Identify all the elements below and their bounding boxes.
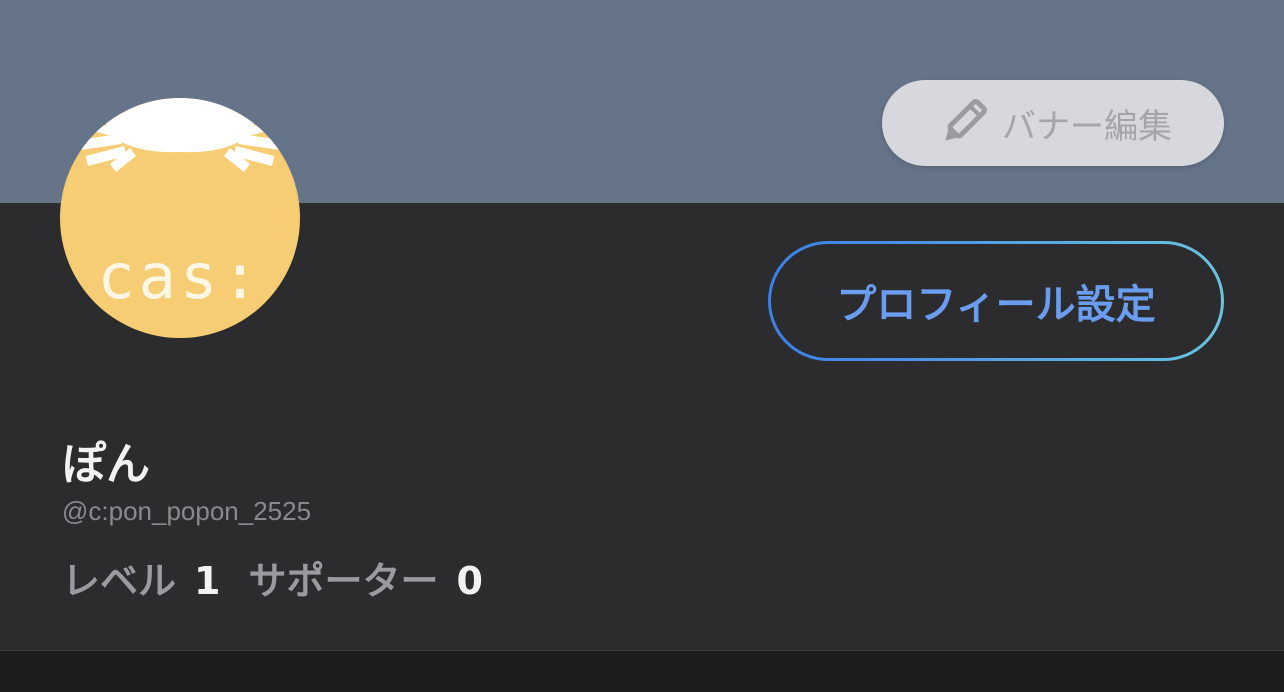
- level-value: 1: [194, 559, 221, 603]
- avatar[interactable]: cas:: [60, 98, 300, 338]
- pencil-icon: [934, 94, 992, 152]
- footer-divider: [0, 650, 1284, 692]
- display-name: ぽん: [62, 439, 150, 490]
- level-label: レベル: [62, 559, 177, 603]
- supporter-value[interactable]: 0: [456, 559, 482, 603]
- supporter-label[interactable]: サポーター: [248, 550, 438, 605]
- profile-settings-button[interactable]: プロフィール設定: [768, 241, 1224, 361]
- banner-edit-button[interactable]: バナー編集: [882, 80, 1224, 166]
- avatar-text: cas:: [97, 240, 263, 313]
- profile-settings-label: プロフィール設定: [771, 244, 1221, 358]
- user-handle: @c:pon_popon_2525: [62, 496, 312, 526]
- banner-edit-label: バナー編集: [1002, 106, 1172, 147]
- profile-page: バナー編集 cas: プロフィール設定 ぽん @c:pon_popon_2525…: [0, 0, 1284, 692]
- profile-stats: レベル 1 サポーター 0: [62, 550, 493, 605]
